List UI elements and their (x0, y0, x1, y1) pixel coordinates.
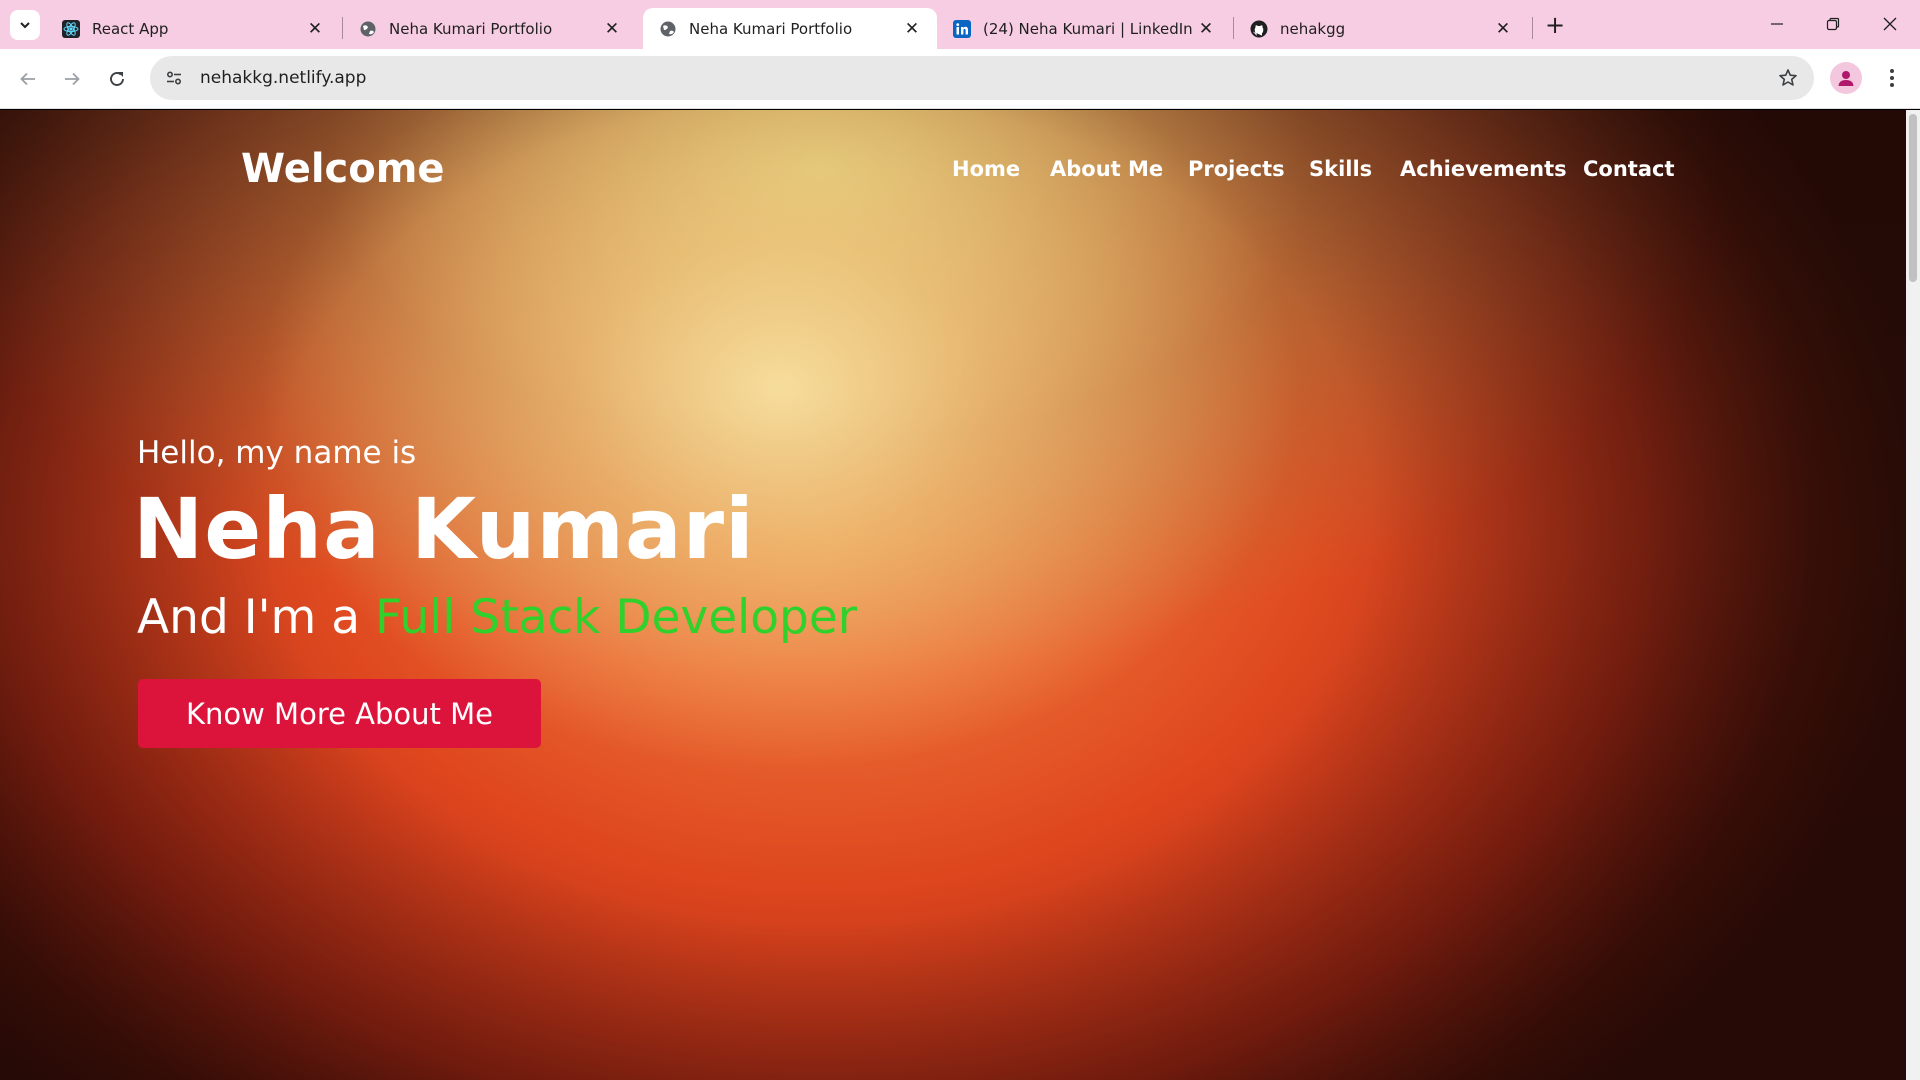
minimize-icon (1771, 23, 1783, 25)
more-vertical-icon (1890, 69, 1894, 87)
close-tab-icon[interactable]: ✕ (1492, 18, 1514, 40)
tab-react-app[interactable]: React App ✕ (46, 8, 340, 49)
tab-neha-kumari-portfolio-active[interactable]: Neha Kumari Portfolio ✕ (643, 8, 937, 49)
know-more-button[interactable]: Know More About Me (138, 679, 541, 748)
browser-menu-button[interactable] (1876, 62, 1908, 94)
minimize-button[interactable] (1753, 6, 1801, 42)
back-button[interactable] (12, 63, 44, 95)
close-tab-icon[interactable]: ✕ (1195, 18, 1217, 40)
url-text[interactable]: nehakkg.netlify.app (200, 68, 1770, 88)
browser-toolbar: nehakkg.netlify.app (0, 49, 1920, 109)
close-tab-icon[interactable]: ✕ (901, 18, 923, 40)
page-scrollbar[interactable] (1906, 110, 1920, 1080)
new-tab-button[interactable]: + (1541, 11, 1569, 39)
site-brand[interactable]: Welcome (241, 146, 445, 192)
reload-button[interactable] (101, 63, 133, 95)
page-hero-section: Welcome Home About Me Projects Skills Ac… (0, 110, 1906, 1080)
person-icon (1838, 71, 1854, 86)
arrow-left-icon (20, 72, 35, 86)
restore-button[interactable] (1809, 6, 1857, 42)
arrow-right-icon (65, 72, 80, 86)
plus-icon: + (1544, 11, 1566, 39)
hero-role-prefix: And I'm a (137, 590, 375, 645)
close-tab-icon[interactable]: ✕ (601, 18, 623, 40)
address-bar[interactable]: nehakkg.netlify.app (150, 56, 1814, 100)
close-icon (1883, 17, 1897, 31)
tab-search-button[interactable] (10, 10, 40, 40)
profile-avatar[interactable] (1830, 62, 1862, 94)
hero-name: Neha Kumari (133, 480, 755, 578)
bookmark-star-icon[interactable] (1770, 60, 1806, 96)
tab-title: nehakgg (1280, 19, 1346, 38)
globe-icon (659, 20, 677, 38)
tab-linkedin[interactable]: (24) Neha Kumari | LinkedIn ✕ (937, 8, 1231, 49)
close-tab-icon[interactable]: ✕ (304, 18, 326, 40)
globe-icon (359, 20, 377, 38)
close-window-button[interactable] (1866, 6, 1914, 42)
github-icon (1250, 20, 1268, 38)
nav-link-projects[interactable]: Projects (1188, 157, 1285, 181)
tab-neha-kumari-portfolio[interactable]: Neha Kumari Portfolio ✕ (343, 8, 637, 49)
tab-title: Neha Kumari Portfolio (389, 19, 553, 38)
nav-link-skills[interactable]: Skills (1309, 157, 1372, 181)
hero-greeting: Hello, my name is (137, 435, 417, 471)
chevron-down-icon (20, 22, 30, 29)
hero-role: And I'm a Full Stack Developer (137, 590, 857, 645)
tab-separator (1532, 17, 1533, 39)
nav-link-about-me[interactable]: About Me (1050, 157, 1163, 181)
site-info-icon[interactable] (158, 62, 190, 94)
forward-button[interactable] (56, 63, 88, 95)
tab-title: (24) Neha Kumari | LinkedIn (983, 19, 1193, 38)
tab-title: React App (92, 19, 169, 38)
react-icon (62, 19, 80, 38)
tab-github[interactable]: nehakgg ✕ (1234, 8, 1528, 49)
hero-role-highlight: Full Stack Developer (374, 590, 858, 645)
nav-link-home[interactable]: Home (952, 157, 1020, 181)
nav-link-achievements[interactable]: Achievements (1400, 157, 1567, 181)
scrollbar-thumb[interactable] (1909, 114, 1917, 282)
tab-title: Neha Kumari Portfolio (689, 19, 853, 38)
restore-icon (1826, 17, 1840, 31)
nav-link-contact[interactable]: Contact (1583, 157, 1675, 181)
linkedin-icon (953, 19, 971, 38)
reload-icon (110, 72, 124, 86)
tab-strip: React App ✕ Neha Kumari Portfolio ✕ Neha… (0, 0, 1920, 49)
